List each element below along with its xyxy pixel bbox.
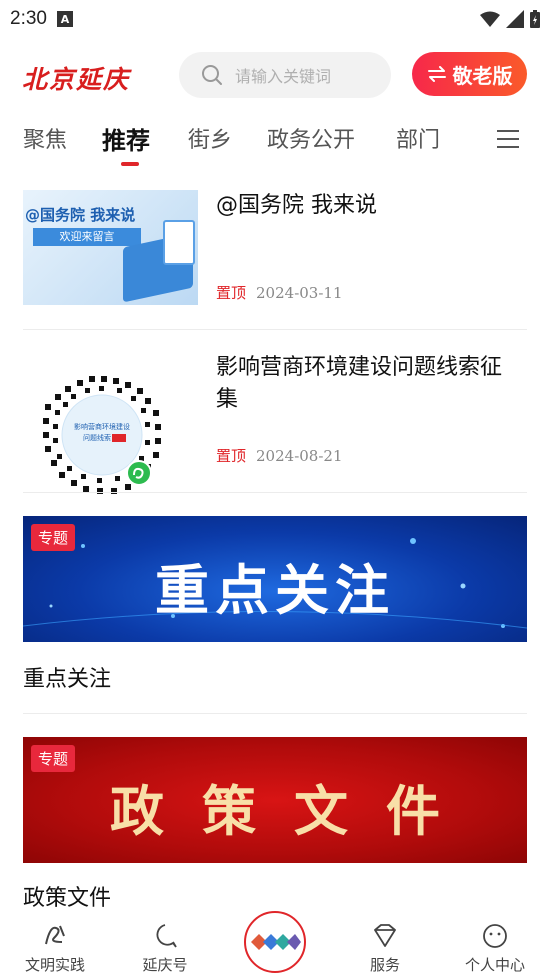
phone-illustration (163, 220, 195, 265)
tab-recommend[interactable]: 推荐 (102, 121, 150, 156)
active-tab-indicator (121, 162, 139, 166)
topic-banner-focus[interactable]: 专题 重点关注 (23, 516, 527, 642)
status-icons (480, 10, 540, 28)
divider (23, 492, 527, 493)
tab-streets[interactable]: 街乡 (188, 122, 232, 154)
tab-gov-affairs[interactable]: 政务公开 (267, 122, 355, 154)
mini-program-qr-icon: 影响营商环境建设 问题线索 (43, 376, 161, 494)
battery-icon (530, 10, 540, 28)
signal-icon (506, 10, 524, 28)
nav-label: 服务 (369, 956, 400, 974)
article-item[interactable]: 影响营商环境建设 问题线索 影响营商环境建设问题线索征集 置顶 2024-08-2… (23, 352, 527, 494)
svg-text:影响营商环境建设: 影响营商环境建设 (74, 422, 130, 431)
pinned-tag: 置顶 (216, 284, 247, 302)
nav-label: 个人中心 (464, 956, 525, 974)
article-item[interactable]: @国务院 我来说 欢迎来留言 @国务院 我来说 置顶 2024-03-11 (23, 190, 527, 306)
chat-bubble-icon (156, 924, 177, 948)
tab-focus[interactable]: 聚焦 (23, 122, 67, 154)
nav-services[interactable]: 服务 (340, 922, 430, 975)
thumb-subtitle: 欢迎来留言 (33, 228, 141, 246)
elder-mode-button[interactable]: 敬老版 (412, 52, 527, 96)
nav-home[interactable] (244, 911, 306, 973)
divider (23, 713, 527, 714)
thumb-title: @国务院 我来说 (25, 206, 136, 224)
topic-banner-policy[interactable]: 专题 政策文件 (23, 737, 527, 863)
search-placeholder: 请输入关键词 (235, 67, 332, 86)
app-header: 北京延庆 请输入关键词 敬老版 (0, 48, 550, 102)
search-bar[interactable]: 请输入关键词 (179, 52, 391, 98)
status-time: 2:30 (10, 8, 47, 29)
notification-a-icon: A (56, 11, 73, 27)
article-meta: 置顶 2024-03-11 (216, 282, 343, 303)
diamond-icon (374, 924, 396, 947)
wifi-icon (480, 11, 500, 27)
swap-icon (427, 66, 446, 82)
home-logo-icon (251, 934, 301, 950)
category-tabs: 聚焦 推荐 街乡 政务公开 部门 (0, 112, 550, 168)
civilization-logo-icon (45, 925, 65, 945)
elder-mode-label: 敬老版 (452, 63, 513, 88)
article-date: 2024-03-11 (256, 284, 343, 302)
article-title: @国务院 我来说 (216, 193, 377, 218)
banner-headline: 政策文件 (110, 779, 478, 843)
search-icon (202, 65, 222, 85)
banner-headline: 重点关注 (155, 559, 395, 622)
smiley-face-icon (483, 924, 507, 948)
app-logo: 北京延庆 (22, 65, 131, 94)
article-title: 影响营商环境建设问题线索征集 (216, 355, 503, 412)
status-bar: 2:30 A (0, 0, 550, 38)
nav-profile[interactable]: 个人中心 (450, 922, 540, 975)
article-date: 2024-08-21 (256, 447, 343, 465)
pinned-tag: 置顶 (216, 447, 247, 465)
qr-code-thumbnail: 影响营商环境建设 问题线索 (41, 374, 163, 496)
article-meta: 置顶 2024-08-21 (216, 445, 343, 466)
divider (23, 329, 527, 330)
tab-departments[interactable]: 部门 (396, 122, 440, 154)
nav-label: 文明实践 (24, 956, 85, 974)
nav-label: 延庆号 (142, 956, 188, 974)
banner-caption: 重点关注 (23, 667, 112, 692)
nav-yanqing-account[interactable]: 延庆号 (120, 922, 210, 975)
svg-text:问题线索: 问题线索 (83, 433, 111, 442)
menu-icon[interactable] (497, 130, 519, 150)
article-thumbnail: @国务院 我来说 欢迎来留言 (23, 190, 198, 305)
nav-civilization[interactable]: 文明实践 (10, 922, 100, 975)
bottom-navigation: 文明实践 延庆号 服务 个人中心 (0, 908, 550, 979)
